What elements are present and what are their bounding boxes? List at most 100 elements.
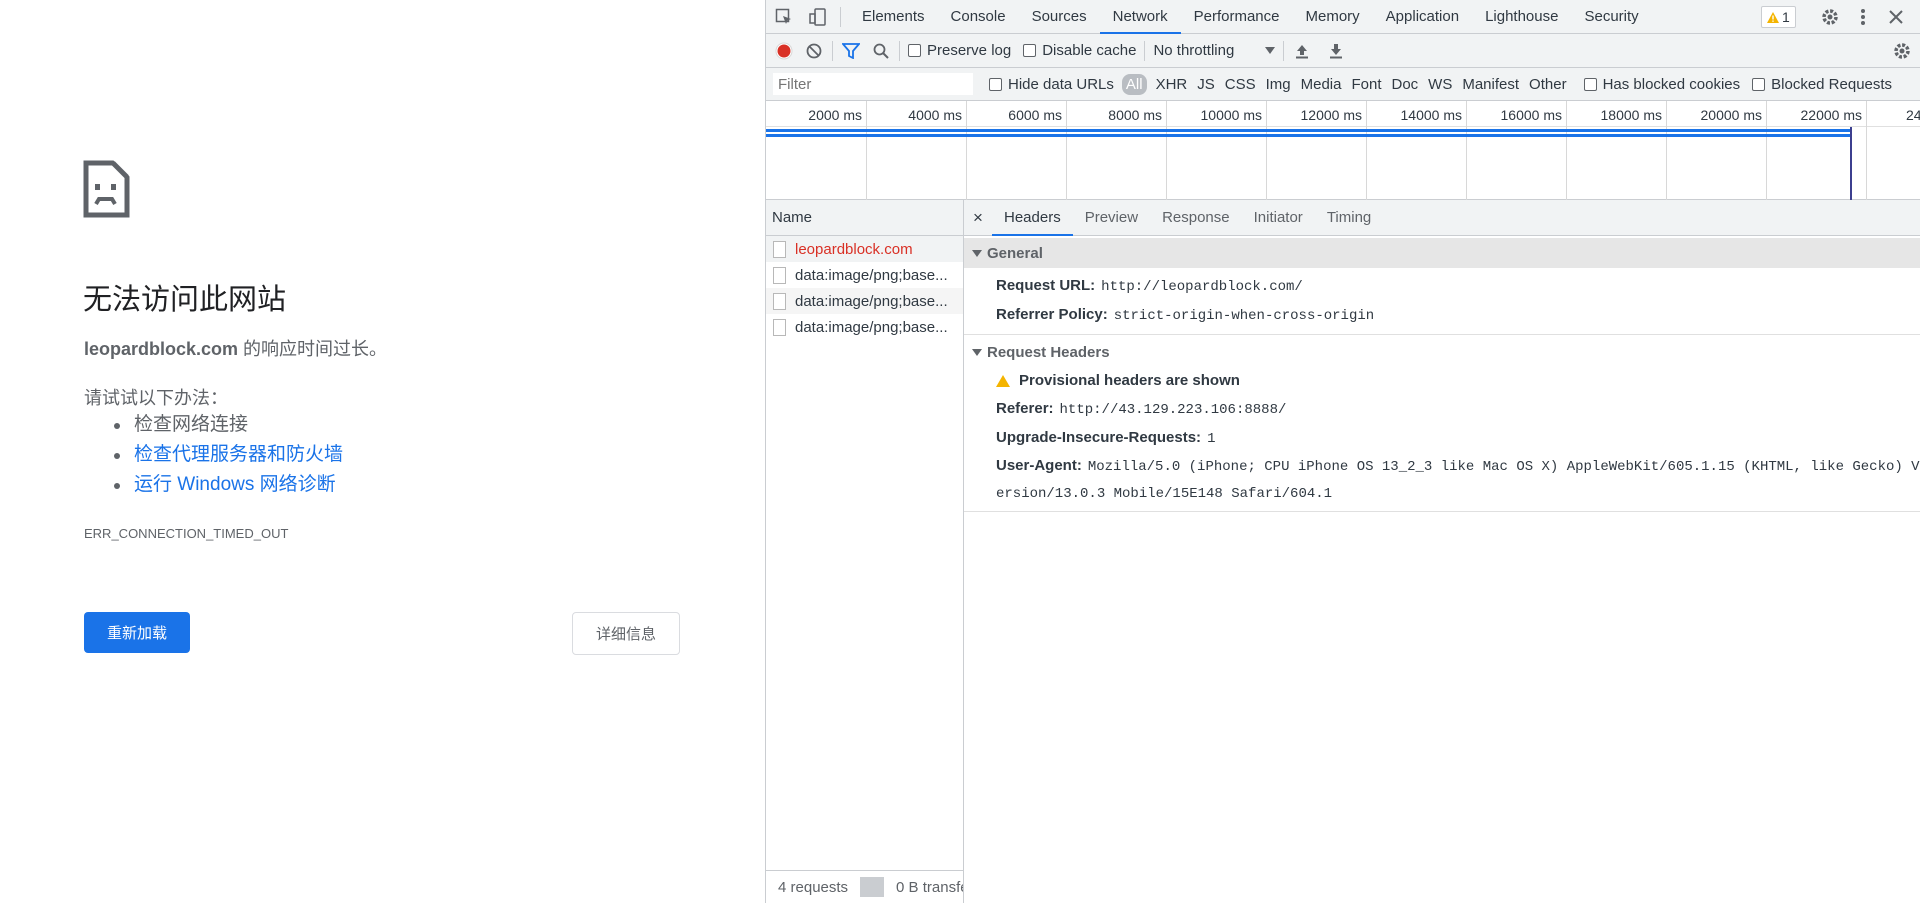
suggestion-item-link[interactable]: 运行 Windows 网络诊断 xyxy=(113,472,343,502)
filter-icon[interactable] xyxy=(841,41,861,61)
section-divider xyxy=(964,334,1920,335)
error-message-text: 的响应时间过长。 xyxy=(238,339,388,359)
try-label: 请试试以下办法： xyxy=(84,388,228,408)
search-icon[interactable] xyxy=(871,41,891,61)
network-overview[interactable]: 2000 ms 4000 ms 6000 ms 8000 ms 10000 ms… xyxy=(766,101,1920,200)
details-button[interactable]: 详细信息 xyxy=(572,612,680,655)
tab-lighthouse[interactable]: Lighthouse xyxy=(1472,0,1571,34)
header-value: 1 xyxy=(1207,431,1216,447)
reload-button[interactable]: 重新加载 xyxy=(84,612,190,653)
filter-type-css[interactable]: CSS xyxy=(1220,76,1261,93)
tick-label: 16000 ms xyxy=(1500,107,1562,123)
divider xyxy=(840,6,841,27)
tab-security[interactable]: Security xyxy=(1571,0,1651,34)
gear-icon[interactable] xyxy=(1820,7,1840,27)
disable-cache-checkbox[interactable]: Disable cache xyxy=(1023,42,1136,59)
filter-type-manifest[interactable]: Manifest xyxy=(1457,76,1524,93)
blocked-requests-checkbox[interactable]: Blocked Requests xyxy=(1752,76,1892,93)
clear-icon[interactable] xyxy=(804,41,824,61)
suggestion-link[interactable]: 检查代理服务器和防火墙 xyxy=(134,444,343,465)
overview-tick: 18000 ms xyxy=(1601,101,1667,200)
export-har-icon[interactable] xyxy=(1326,41,1346,61)
suggestion-link[interactable]: 运行 Windows 网络诊断 xyxy=(134,474,336,495)
tab-headers[interactable]: Headers xyxy=(992,200,1073,236)
request-name: data:image/png;base... xyxy=(795,318,948,336)
throttling-select[interactable]: No throttling xyxy=(1153,42,1276,59)
section-divider xyxy=(964,511,1920,512)
tick-label: 2000 ms xyxy=(808,107,862,123)
network-status-bar: 4 requests 0 B transferre xyxy=(766,870,963,903)
preserve-log-checkbox[interactable]: Preserve log xyxy=(908,42,1011,59)
request-row[interactable]: leopardblock.com xyxy=(766,236,963,262)
header-value: strict-origin-when-cross-origin xyxy=(1113,308,1375,324)
checkbox-box[interactable] xyxy=(989,77,1002,91)
filter-type-other[interactable]: Other xyxy=(1524,76,1572,93)
network-settings-icon[interactable] xyxy=(1892,41,1912,61)
warning-badge[interactable]: 1 xyxy=(1761,6,1796,28)
tick-label: 4000 ms xyxy=(908,107,962,123)
has-blocked-cookies-checkbox[interactable]: Has blocked cookies xyxy=(1583,76,1740,93)
overview-tick: 22000 ms xyxy=(1801,101,1867,200)
request-row[interactable]: data:image/png;base... xyxy=(766,314,963,340)
overview-tick: 2000 ms xyxy=(808,101,867,200)
suggestion-list: 检查网络连接 检查代理服务器和防火墙 运行 Windows 网络诊断 xyxy=(113,412,343,502)
more-vertical-icon[interactable] xyxy=(1853,7,1873,27)
tab-sources[interactable]: Sources xyxy=(1019,0,1100,34)
name-column-header[interactable]: Name xyxy=(766,200,963,236)
overview-tick: 20000 ms xyxy=(1701,101,1767,200)
tab-performance[interactable]: Performance xyxy=(1181,0,1293,34)
close-icon[interactable] xyxy=(1886,7,1906,27)
tab-console[interactable]: Console xyxy=(938,0,1019,34)
filter-type-ws[interactable]: WS xyxy=(1423,76,1457,93)
divider xyxy=(860,877,885,897)
filter-type-doc[interactable]: Doc xyxy=(1386,76,1423,93)
import-har-icon[interactable] xyxy=(1292,41,1312,61)
hide-data-urls-checkbox[interactable]: Hide data URLs xyxy=(989,76,1114,93)
request-row[interactable]: data:image/png;base... xyxy=(766,288,963,314)
checkbox-box[interactable] xyxy=(908,44,921,57)
tab-memory[interactable]: Memory xyxy=(1293,0,1373,34)
overview-tick: 12000 ms xyxy=(1301,101,1367,200)
checkbox-box[interactable] xyxy=(1023,44,1037,57)
preserve-log-label: Preserve log xyxy=(927,42,1012,59)
tab-preview[interactable]: Preview xyxy=(1073,200,1150,236)
hide-data-urls-label: Hide data URLs xyxy=(1008,75,1114,93)
filter-type-font[interactable]: Font xyxy=(1346,76,1386,93)
tick-label: 8000 ms xyxy=(1108,107,1162,123)
header-key: Upgrade-Insecure-Requests: xyxy=(996,429,1202,446)
devtools-tabbar: Elements Console Sources Network Perform… xyxy=(766,0,1920,34)
request-name: data:image/png;base... xyxy=(795,266,948,284)
request-name: leopardblock.com xyxy=(795,240,913,258)
general-section-title: General xyxy=(987,244,1043,262)
filter-type-img[interactable]: Img xyxy=(1261,76,1296,93)
record-icon[interactable] xyxy=(774,41,794,61)
filter-type-media[interactable]: Media xyxy=(1296,76,1347,93)
filter-type-js[interactable]: JS xyxy=(1192,76,1220,93)
suggestion-item-link[interactable]: 检查代理服务器和防火墙 xyxy=(113,442,343,472)
device-toolbar-icon[interactable] xyxy=(808,7,828,27)
checkbox-box[interactable] xyxy=(1752,77,1766,91)
overview-load-marker xyxy=(1850,127,1852,200)
tab-application[interactable]: Application xyxy=(1373,0,1472,34)
filter-input[interactable] xyxy=(773,73,973,95)
suggestion-text: 检查网络连接 xyxy=(134,414,249,435)
close-details-icon[interactable]: × xyxy=(964,208,992,228)
overview-tick: 4000 ms xyxy=(908,101,967,200)
request-row[interactable]: data:image/png;base... xyxy=(766,262,963,288)
inspect-element-icon[interactable] xyxy=(774,7,794,27)
header-value: http://leopardblock.com/ xyxy=(1101,279,1303,295)
tab-elements[interactable]: Elements xyxy=(849,0,938,34)
checkbox-box[interactable] xyxy=(1583,77,1597,91)
filter-type-xhr[interactable]: XHR xyxy=(1151,76,1193,93)
tab-timing[interactable]: Timing xyxy=(1315,200,1383,236)
throttling-value: No throttling xyxy=(1153,42,1235,59)
tab-network[interactable]: Network xyxy=(1099,0,1181,34)
transferred-size: 0 B transferre xyxy=(896,878,963,896)
tab-initiator[interactable]: Initiator xyxy=(1242,200,1315,236)
tick-label: 14000 ms xyxy=(1400,107,1462,123)
tab-response[interactable]: Response xyxy=(1150,200,1242,236)
request-headers-section-toggle[interactable]: Request Headers xyxy=(964,337,1920,367)
header-key: Referer: xyxy=(996,400,1054,417)
filter-type-all[interactable]: All xyxy=(1121,73,1147,95)
general-section-toggle[interactable]: General xyxy=(964,238,1920,268)
